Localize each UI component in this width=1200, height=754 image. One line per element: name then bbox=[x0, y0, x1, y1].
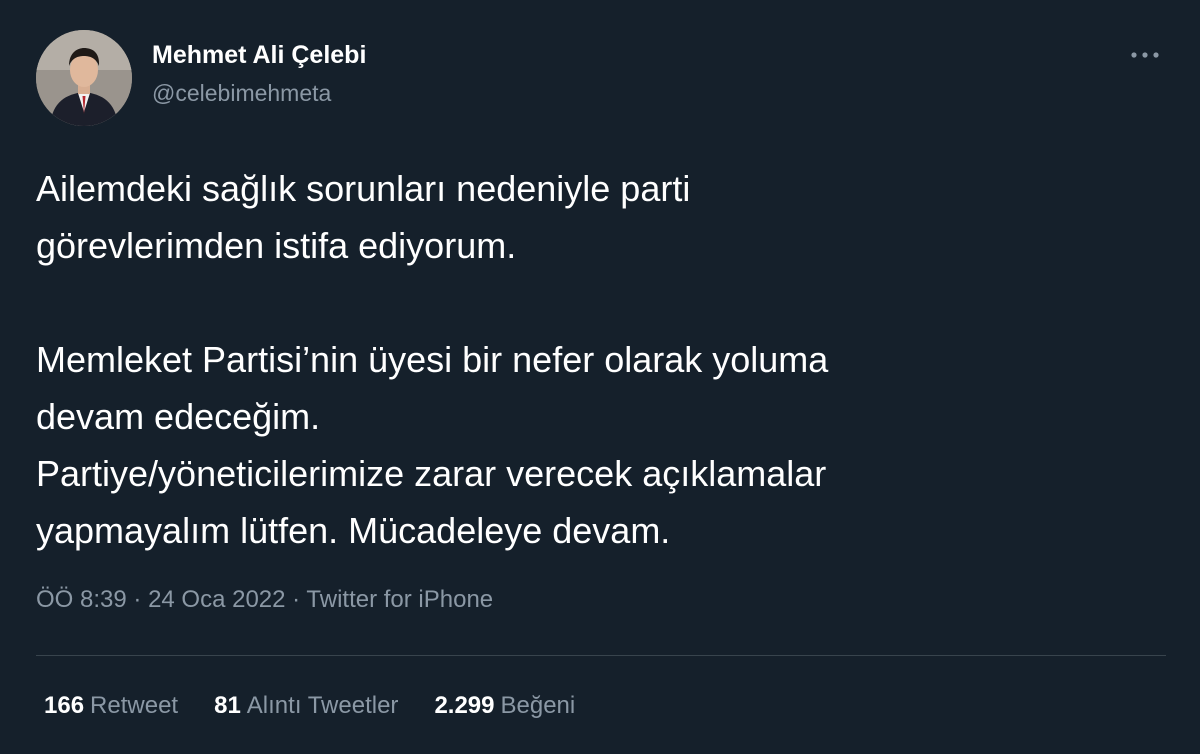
tweet-meta: ÖÖ 8:39 · 24 Oca 2022 · Twitter for iPho… bbox=[36, 584, 493, 616]
meta-separator: · bbox=[292, 586, 307, 613]
meta-separator: · bbox=[133, 586, 149, 613]
tweet-line: devam edeceğim. bbox=[36, 396, 321, 437]
tweet-line: yapmayalım lütfen. Mücadeleye devam. bbox=[36, 510, 671, 551]
quote-tweets-stat[interactable]: 81 Alıntı Tweetler bbox=[214, 690, 398, 722]
likes-count: 2.299 bbox=[434, 692, 495, 719]
tweet-line: Memleket Partisi’nin üyesi bir nefer ola… bbox=[36, 339, 829, 380]
tweet-line: Ailemdeki sağlık sorunları nedeniyle par… bbox=[36, 168, 691, 209]
more-dots-icon bbox=[1131, 52, 1159, 58]
author-info: Mehmet Ali Çelebi @celebimehmeta bbox=[152, 40, 366, 108]
more-options-button[interactable] bbox=[1124, 40, 1166, 70]
author-avatar[interactable] bbox=[36, 30, 132, 126]
retweets-label: Retweet bbox=[90, 692, 179, 719]
tweet-source[interactable]: Twitter for iPhone bbox=[306, 586, 493, 613]
retweets-stat[interactable]: 166 Retweet bbox=[44, 690, 178, 722]
tweet-time[interactable]: ÖÖ 8:39 bbox=[36, 586, 127, 613]
retweets-count: 166 bbox=[44, 692, 85, 719]
likes-stat[interactable]: 2.299 Beğeni bbox=[434, 690, 575, 722]
profile-photo-icon bbox=[36, 30, 132, 126]
author-handle[interactable]: @celebimehmeta bbox=[152, 78, 366, 108]
tweet-line: Partiye/yöneticilerimize zarar verecek a… bbox=[36, 453, 827, 494]
tweet-line: görevlerimden istifa ediyorum. bbox=[36, 225, 517, 266]
author-display-name[interactable]: Mehmet Ali Çelebi bbox=[152, 40, 366, 70]
tweet-text: Ailemdeki sağlık sorunları nedeniyle par… bbox=[36, 160, 1156, 559]
quote-tweets-count: 81 bbox=[214, 692, 241, 719]
likes-label: Beğeni bbox=[500, 692, 576, 719]
tweet-date[interactable]: 24 Oca 2022 bbox=[148, 586, 285, 613]
divider bbox=[36, 655, 1166, 656]
quote-tweets-label: Alıntı Tweetler bbox=[246, 692, 399, 719]
tweet-stats: 166 Retweet 81 Alıntı Tweetler 2.299 Beğeni bbox=[44, 690, 611, 722]
tweet-card: Mehmet Ali Çelebi @celebimehmeta Ailemde… bbox=[0, 0, 1200, 754]
